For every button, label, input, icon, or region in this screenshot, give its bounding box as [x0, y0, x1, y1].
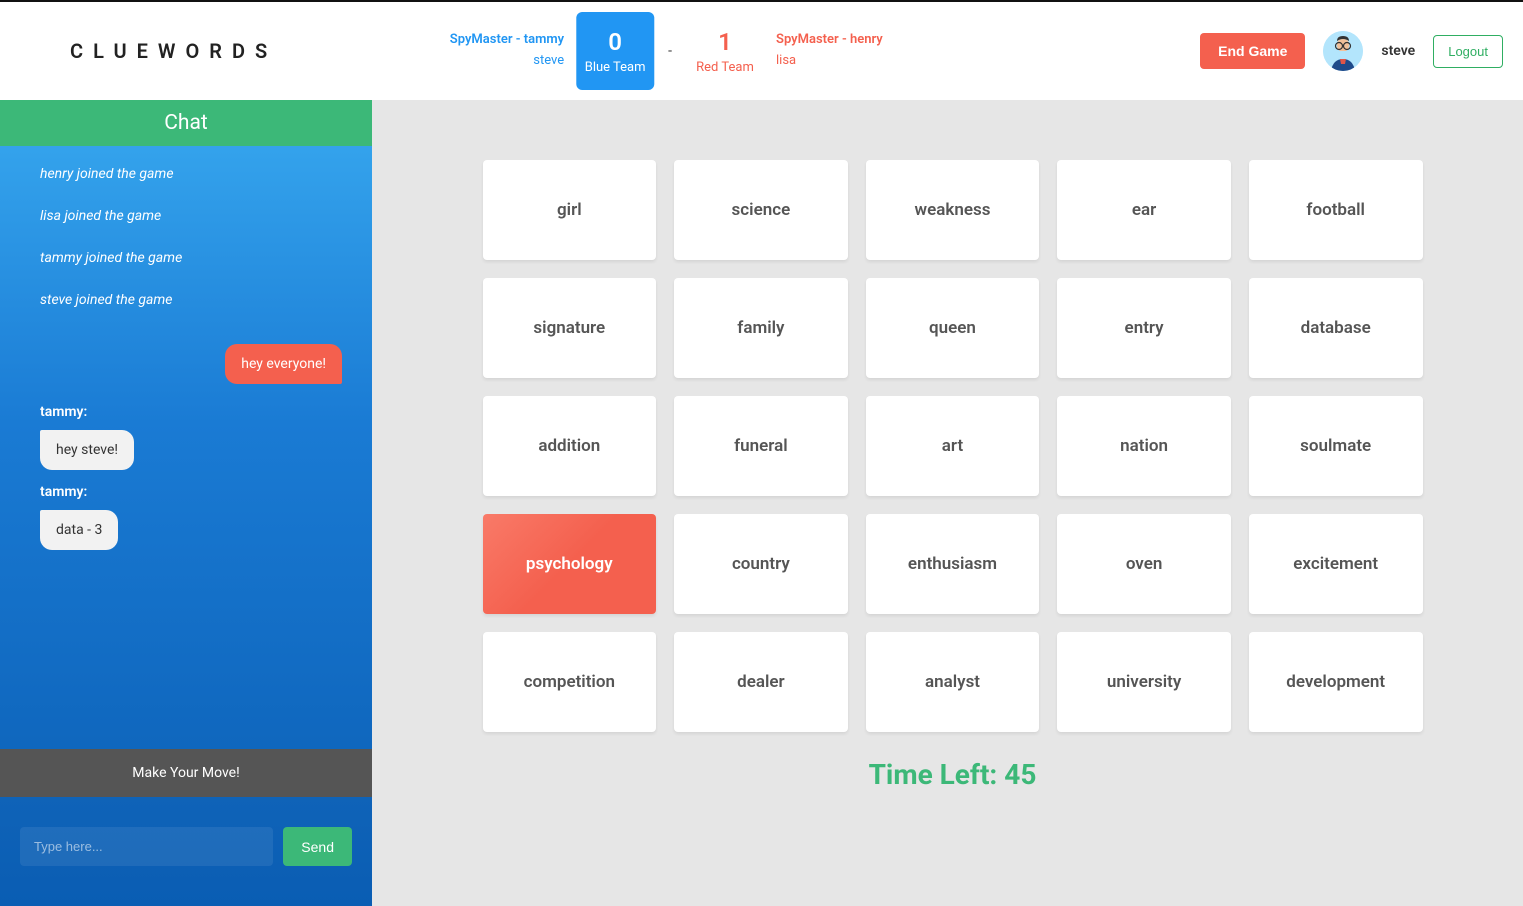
card-grid: girlscienceweaknessearfootball signaturef… [483, 160, 1423, 732]
red-player-name: lisa [776, 51, 883, 72]
avatar[interactable] [1323, 31, 1363, 71]
system-message: lisa joined the game [40, 208, 342, 224]
word-card[interactable]: nation [1057, 396, 1231, 496]
word-card[interactable]: entry [1057, 278, 1231, 378]
chat-input[interactable] [20, 827, 273, 866]
word-card[interactable]: dealer [674, 632, 848, 732]
word-card[interactable]: country [674, 514, 848, 614]
system-message: henry joined the game [40, 166, 342, 182]
chat-input-row: Send [0, 797, 372, 906]
blue-spymaster-label: SpyMaster - tammy [450, 30, 564, 51]
red-score: 1 [718, 28, 732, 56]
word-card[interactable]: analyst [866, 632, 1040, 732]
chat-header: Chat [0, 100, 372, 146]
word-card[interactable]: art [866, 396, 1040, 496]
chat-sender: tammy: [40, 404, 342, 420]
send-button[interactable]: Send [283, 827, 352, 866]
word-card[interactable]: girl [483, 160, 657, 260]
word-card[interactable]: weakness [866, 160, 1040, 260]
blue-score-box: 0 Blue Team [576, 12, 654, 90]
red-score-box: 1 Red Team [686, 12, 764, 90]
word-card[interactable]: soulmate [1249, 396, 1423, 496]
word-card[interactable]: football [1249, 160, 1423, 260]
blue-team-info: SpyMaster - tammy steve [450, 30, 564, 72]
chat-body[interactable]: henry joined the game lisa joined the gam… [0, 146, 372, 749]
word-card[interactable]: competition [483, 632, 657, 732]
chat-sidebar: Chat henry joined the game lisa joined th… [0, 100, 372, 906]
timer-value: 45 [1004, 758, 1036, 791]
word-card[interactable]: psychology [483, 514, 657, 614]
blue-score: 0 [608, 28, 622, 56]
system-message: steve joined the game [40, 292, 342, 308]
end-game-button[interactable]: End Game [1200, 33, 1305, 69]
chat-message: tammy: hey steve! [40, 404, 342, 470]
timer-label: Time Left: [869, 758, 1005, 791]
chat-bubble: hey steve! [40, 430, 134, 470]
board-area: girlscienceweaknessearfootball signaturef… [372, 100, 1523, 906]
red-team-info: SpyMaster - henry lisa [776, 30, 883, 72]
word-card[interactable]: queen [866, 278, 1040, 378]
red-team-label: Red Team [696, 60, 754, 75]
chat-bubble: data - 3 [40, 510, 118, 550]
system-message: tammy joined the game [40, 250, 342, 266]
own-chat-bubble: hey everyone! [225, 344, 342, 384]
move-banner: Make Your Move! [0, 749, 372, 797]
red-spymaster-label: SpyMaster - henry [776, 30, 883, 51]
word-card[interactable]: university [1057, 632, 1231, 732]
word-card[interactable]: funeral [674, 396, 848, 496]
header-right: End Game steve Logout [1200, 31, 1503, 71]
word-card[interactable]: science [674, 160, 848, 260]
current-username: steve [1381, 43, 1415, 59]
score-separator: - [666, 43, 674, 59]
blue-player-name: steve [450, 51, 564, 72]
timer: Time Left: 45 [432, 758, 1473, 791]
chat-sender: tammy: [40, 484, 342, 500]
word-card[interactable]: oven [1057, 514, 1231, 614]
word-card[interactable]: ear [1057, 160, 1231, 260]
logout-button[interactable]: Logout [1433, 35, 1503, 68]
word-card[interactable]: database [1249, 278, 1423, 378]
word-card[interactable]: addition [483, 396, 657, 496]
chat-message: tammy: data - 3 [40, 484, 342, 550]
header: CLUEWORDS SpyMaster - tammy steve 0 Blue… [0, 0, 1523, 100]
word-card[interactable]: excitement [1249, 514, 1423, 614]
app-logo: CLUEWORDS [70, 39, 277, 63]
main: Chat henry joined the game lisa joined th… [0, 100, 1523, 906]
avatar-icon [1323, 31, 1363, 71]
word-card[interactable]: signature [483, 278, 657, 378]
score-area: SpyMaster - tammy steve 0 Blue Team - 1 … [450, 12, 883, 90]
blue-team-label: Blue Team [585, 60, 646, 75]
word-card[interactable]: development [1249, 632, 1423, 732]
word-card[interactable]: enthusiasm [866, 514, 1040, 614]
word-card[interactable]: family [674, 278, 848, 378]
